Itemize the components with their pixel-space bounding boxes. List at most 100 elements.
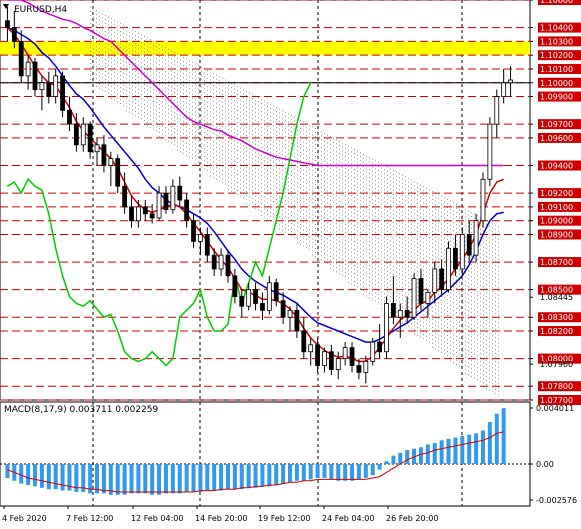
macd-bar <box>356 464 361 480</box>
macd-axis-label: 0.004011 <box>530 404 574 413</box>
candle-body <box>411 278 417 318</box>
macd-bar <box>453 437 458 465</box>
symbol-title: EURUSD,H4 <box>14 5 67 15</box>
macd-bar <box>370 464 375 476</box>
candle-body <box>60 75 65 111</box>
price-label-text: 1.08300 <box>540 313 573 322</box>
candle-body <box>170 185 176 211</box>
time-axis-label: 26 Feb 20:00 <box>386 514 438 523</box>
candle-body <box>122 185 128 208</box>
macd-bar <box>432 443 437 465</box>
macd-bar <box>5 464 10 478</box>
candle-body <box>356 365 362 373</box>
candle-body <box>232 275 238 297</box>
macd-bar <box>212 464 217 491</box>
macd-bar <box>219 464 224 491</box>
macd-bar <box>301 464 306 481</box>
candle-body <box>370 341 376 362</box>
macd-bar <box>384 461 389 465</box>
trading-chart[interactable]: 1.10600 1.10400 1.10300 1.10200 1.10100 1.100… <box>0 0 581 529</box>
candle-body <box>115 158 121 187</box>
macd-bar <box>460 436 465 465</box>
candle-body <box>80 123 86 146</box>
price-label-text: 1.08900 <box>540 230 573 239</box>
price-label-text: 1.10100 <box>540 65 573 74</box>
candle-body <box>177 185 183 201</box>
candle-body <box>53 75 59 97</box>
macd-bar <box>343 464 348 481</box>
macd-axis-label: -0.002576 <box>530 496 577 505</box>
macd-bar <box>308 464 313 480</box>
candle-body <box>342 347 348 360</box>
macd-label-text: 0.00 <box>536 460 554 469</box>
price-label-text: 1.09900 <box>540 93 573 102</box>
candle-body <box>466 234 472 256</box>
candle-body <box>446 247 451 291</box>
macd-bar <box>232 464 237 490</box>
candle-body <box>384 303 389 353</box>
candle <box>60 71 65 118</box>
candle <box>473 213 479 263</box>
macd-bar <box>60 464 65 491</box>
macd-bar <box>288 464 293 483</box>
macd-bar <box>253 464 258 488</box>
macd-bar <box>315 464 320 478</box>
candle-body <box>280 300 286 318</box>
candle-body <box>480 178 486 222</box>
time-axis-label: 24 Feb 04:00 <box>322 514 374 523</box>
macd-bar <box>425 444 430 465</box>
macd-bar <box>129 464 134 494</box>
candle-body <box>94 144 100 153</box>
price-label-text: 1.09000 <box>540 217 573 226</box>
candle <box>480 172 486 228</box>
candle-body <box>67 109 72 125</box>
macd-bar <box>329 464 334 480</box>
candle <box>411 273 417 320</box>
macd-bar <box>363 464 368 478</box>
macd-bar <box>294 464 299 481</box>
macd-bar <box>267 464 272 487</box>
candle-body <box>239 296 245 307</box>
candle-body <box>18 40 24 77</box>
macd-bar <box>163 464 168 494</box>
candle-body <box>473 220 479 256</box>
candle-body <box>487 123 493 180</box>
macd-bar <box>398 452 403 465</box>
candle-body <box>184 199 190 222</box>
macd-bar <box>225 464 230 490</box>
candle-body <box>439 268 445 291</box>
candle-body <box>425 292 431 304</box>
candle-body <box>11 27 17 42</box>
macd-bar <box>350 464 355 481</box>
price-label-text: 1.10200 <box>540 51 573 60</box>
price-label-text: 1.09100 <box>540 203 573 212</box>
candle-body <box>25 61 31 77</box>
candle-body <box>432 268 438 293</box>
candle-body <box>349 347 355 366</box>
macd-bar <box>115 464 120 495</box>
macd-bar <box>246 464 251 488</box>
macd-bar <box>150 464 155 495</box>
macd-label-text: -0.002576 <box>536 496 577 505</box>
macd-bar <box>260 464 265 487</box>
macd-bar <box>501 408 506 465</box>
macd-bar <box>19 464 24 484</box>
candle-body <box>418 278 424 304</box>
candle-body <box>266 282 272 311</box>
macd-bar <box>143 464 148 494</box>
macd-bar <box>239 464 244 490</box>
candle-body <box>198 234 203 242</box>
time-axis-label: 14 Feb 20:00 <box>195 514 247 523</box>
macd-bar <box>177 464 182 494</box>
candle-body <box>135 206 141 222</box>
time-axis-label: 7 Feb 12:00 <box>66 514 113 523</box>
candle-body <box>101 144 107 166</box>
macd-bar <box>377 464 382 470</box>
candle-body <box>87 123 93 153</box>
candle-body <box>315 344 320 366</box>
candle-body <box>308 344 314 353</box>
macd-bar <box>322 464 327 478</box>
candle-body <box>287 309 293 318</box>
macd-bar <box>33 464 38 487</box>
macd-bar <box>439 440 444 465</box>
